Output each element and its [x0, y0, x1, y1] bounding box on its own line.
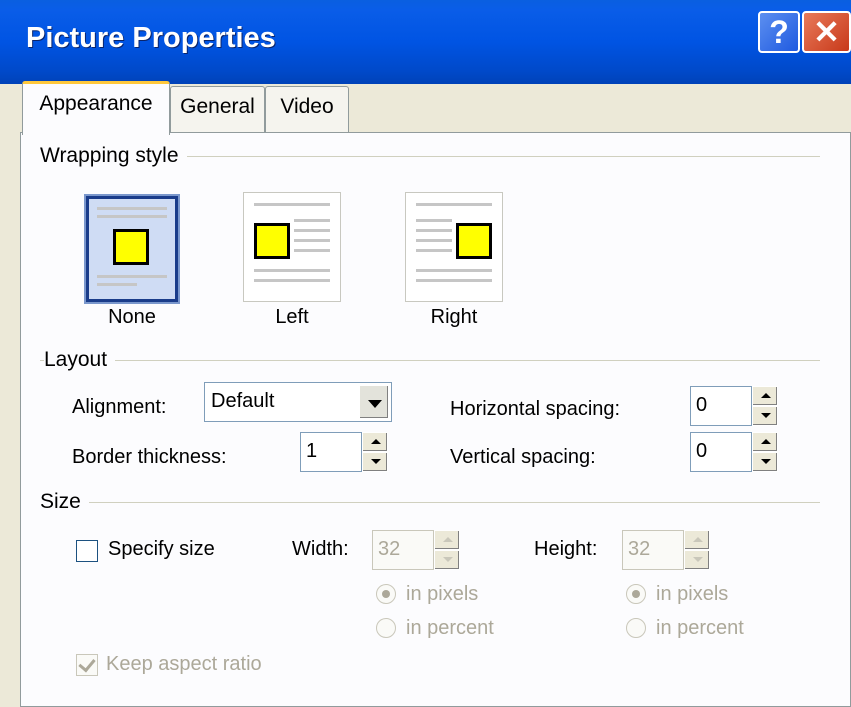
wrap-right-label: Right: [430, 306, 478, 328]
chevron-down-icon[interactable]: [359, 385, 389, 419]
wrapping-group-label: Wrapping style: [40, 144, 187, 168]
width-input[interactable]: 32: [372, 530, 434, 570]
alignment-value: Default: [211, 390, 275, 412]
width-in-pixels-radio[interactable]: [376, 584, 396, 604]
text-line: [416, 229, 452, 232]
wrap-right-button[interactable]: [405, 192, 503, 302]
size-group-label: Size: [40, 490, 89, 514]
alignment-label: Alignment:: [72, 396, 167, 418]
spin-down-icon[interactable]: [362, 452, 388, 472]
horizontal-spacing-spinner[interactable]: [752, 386, 778, 426]
height-in-pixels-label[interactable]: in pixels: [656, 583, 728, 606]
wrap-none-label: None: [108, 306, 156, 328]
text-line: [294, 249, 330, 252]
width-label: Width:: [292, 538, 349, 560]
help-button[interactable]: ?: [758, 11, 800, 53]
spin-up-icon[interactable]: [752, 386, 778, 406]
alignment-dropdown[interactable]: Default: [204, 382, 392, 422]
text-line: [254, 269, 330, 272]
text-line: [254, 203, 330, 206]
layout-group-label: Layout: [44, 348, 116, 372]
horizontal-spacing-label: Horizontal spacing:: [450, 398, 621, 420]
height-in-pixels-radio[interactable]: [626, 584, 646, 604]
checkmark-icon: [78, 654, 96, 673]
height-label: Height:: [534, 538, 598, 560]
tab-video[interactable]: Video: [265, 86, 349, 132]
picture-square-icon: [254, 223, 290, 259]
specify-size-label[interactable]: Specify size: [108, 538, 215, 561]
text-line: [416, 239, 452, 242]
radio-dot-icon: [632, 590, 640, 598]
text-line: [294, 239, 330, 242]
vertical-spacing-label: Vertical spacing:: [450, 446, 596, 468]
text-line: [416, 203, 492, 206]
layout-group-line: [40, 360, 820, 361]
width-in-percent-label[interactable]: in percent: [406, 617, 494, 640]
text-line: [294, 229, 330, 232]
width-in-percent-radio[interactable]: [376, 618, 396, 638]
spin-down-icon[interactable]: [684, 550, 710, 570]
picture-square-icon: [113, 229, 149, 265]
text-line: [416, 219, 452, 222]
keep-aspect-ratio-checkbox[interactable]: [76, 654, 98, 676]
wrap-left-button[interactable]: [243, 192, 341, 302]
size-group-line: [40, 502, 820, 503]
text-line: [294, 219, 330, 222]
keep-aspect-ratio-label[interactable]: Keep aspect ratio: [106, 653, 262, 676]
spin-up-icon[interactable]: [434, 530, 460, 550]
text-line: [254, 279, 330, 282]
title-bar[interactable]: Picture Properties ? ✕: [0, 0, 851, 84]
radio-dot-icon: [382, 590, 390, 598]
height-input[interactable]: 32: [622, 530, 684, 570]
text-line: [416, 269, 492, 272]
text-line: [416, 249, 452, 252]
tab-appearance[interactable]: Appearance: [22, 81, 170, 135]
tab-general[interactable]: General: [170, 86, 265, 132]
picture-square-icon: [456, 223, 492, 259]
specify-size-checkbox[interactable]: [76, 540, 98, 562]
spin-up-icon[interactable]: [362, 432, 388, 452]
spin-up-icon[interactable]: [684, 530, 710, 550]
border-thickness-input[interactable]: 1: [300, 432, 362, 472]
text-line: [97, 283, 137, 286]
text-line: [97, 275, 167, 278]
picture-properties-dialog: Picture Properties ? ✕ Appearance Genera…: [0, 0, 851, 707]
height-in-percent-label[interactable]: in percent: [656, 617, 744, 640]
height-in-percent-radio[interactable]: [626, 618, 646, 638]
horizontal-spacing-input[interactable]: 0: [690, 386, 752, 426]
width-in-pixels-label[interactable]: in pixels: [406, 583, 478, 606]
spin-down-icon[interactable]: [752, 452, 778, 472]
width-spinner[interactable]: [434, 530, 460, 570]
border-thickness-label: Border thickness:: [72, 446, 227, 468]
border-thickness-spinner[interactable]: [362, 432, 388, 472]
wrap-left-label: Left: [275, 306, 309, 328]
spin-down-icon[interactable]: [752, 406, 778, 426]
text-line: [97, 207, 167, 210]
height-spinner[interactable]: [684, 530, 710, 570]
dialog-title: Picture Properties: [26, 22, 276, 54]
vertical-spacing-input[interactable]: 0: [690, 432, 752, 472]
text-line: [416, 279, 492, 282]
spin-down-icon[interactable]: [434, 550, 460, 570]
wrap-none-button[interactable]: [84, 194, 180, 304]
text-line: [97, 215, 167, 218]
spin-up-icon[interactable]: [752, 432, 778, 452]
close-button[interactable]: ✕: [802, 11, 851, 53]
vertical-spacing-spinner[interactable]: [752, 432, 778, 472]
